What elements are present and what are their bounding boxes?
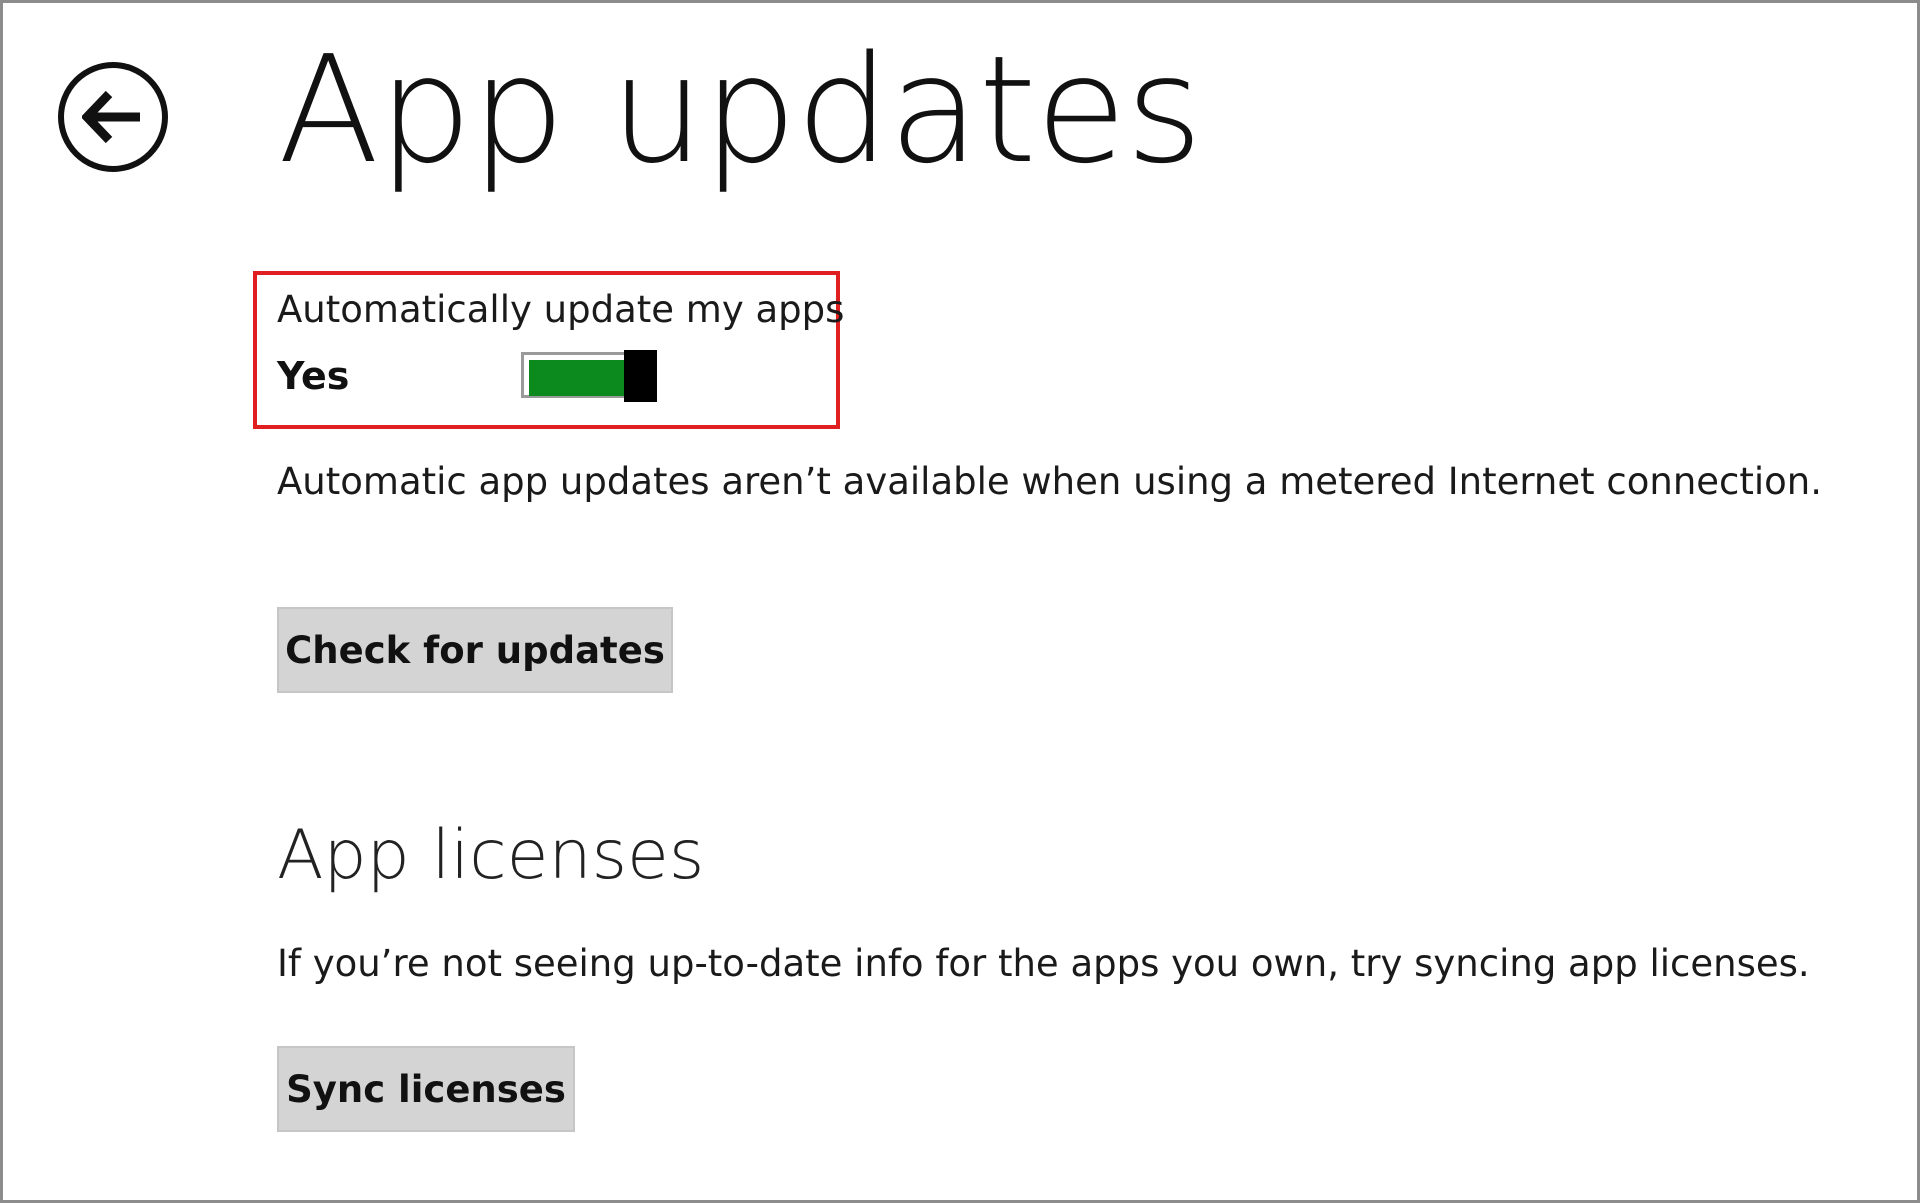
- auto-update-label: Automatically update my apps: [277, 288, 845, 331]
- page-title: App updates: [278, 24, 1203, 196]
- toggle-fill: [529, 360, 626, 396]
- back-button[interactable]: [58, 62, 168, 172]
- toggle-thumb[interactable]: [624, 350, 657, 402]
- auto-update-toggle[interactable]: [521, 350, 657, 402]
- metered-connection-note: Automatic app updates aren’t available w…: [277, 460, 1823, 503]
- app-licenses-heading: App licenses: [277, 816, 705, 895]
- toggle-state-text: Yes: [277, 354, 350, 398]
- sync-licenses-button[interactable]: Sync licenses: [277, 1046, 575, 1132]
- back-arrow-icon: [82, 90, 140, 144]
- toggle-track: [521, 352, 637, 398]
- check-for-updates-button[interactable]: Check for updates: [277, 607, 673, 693]
- licenses-description: If you’re not seeing up-to-date info for…: [277, 942, 1810, 985]
